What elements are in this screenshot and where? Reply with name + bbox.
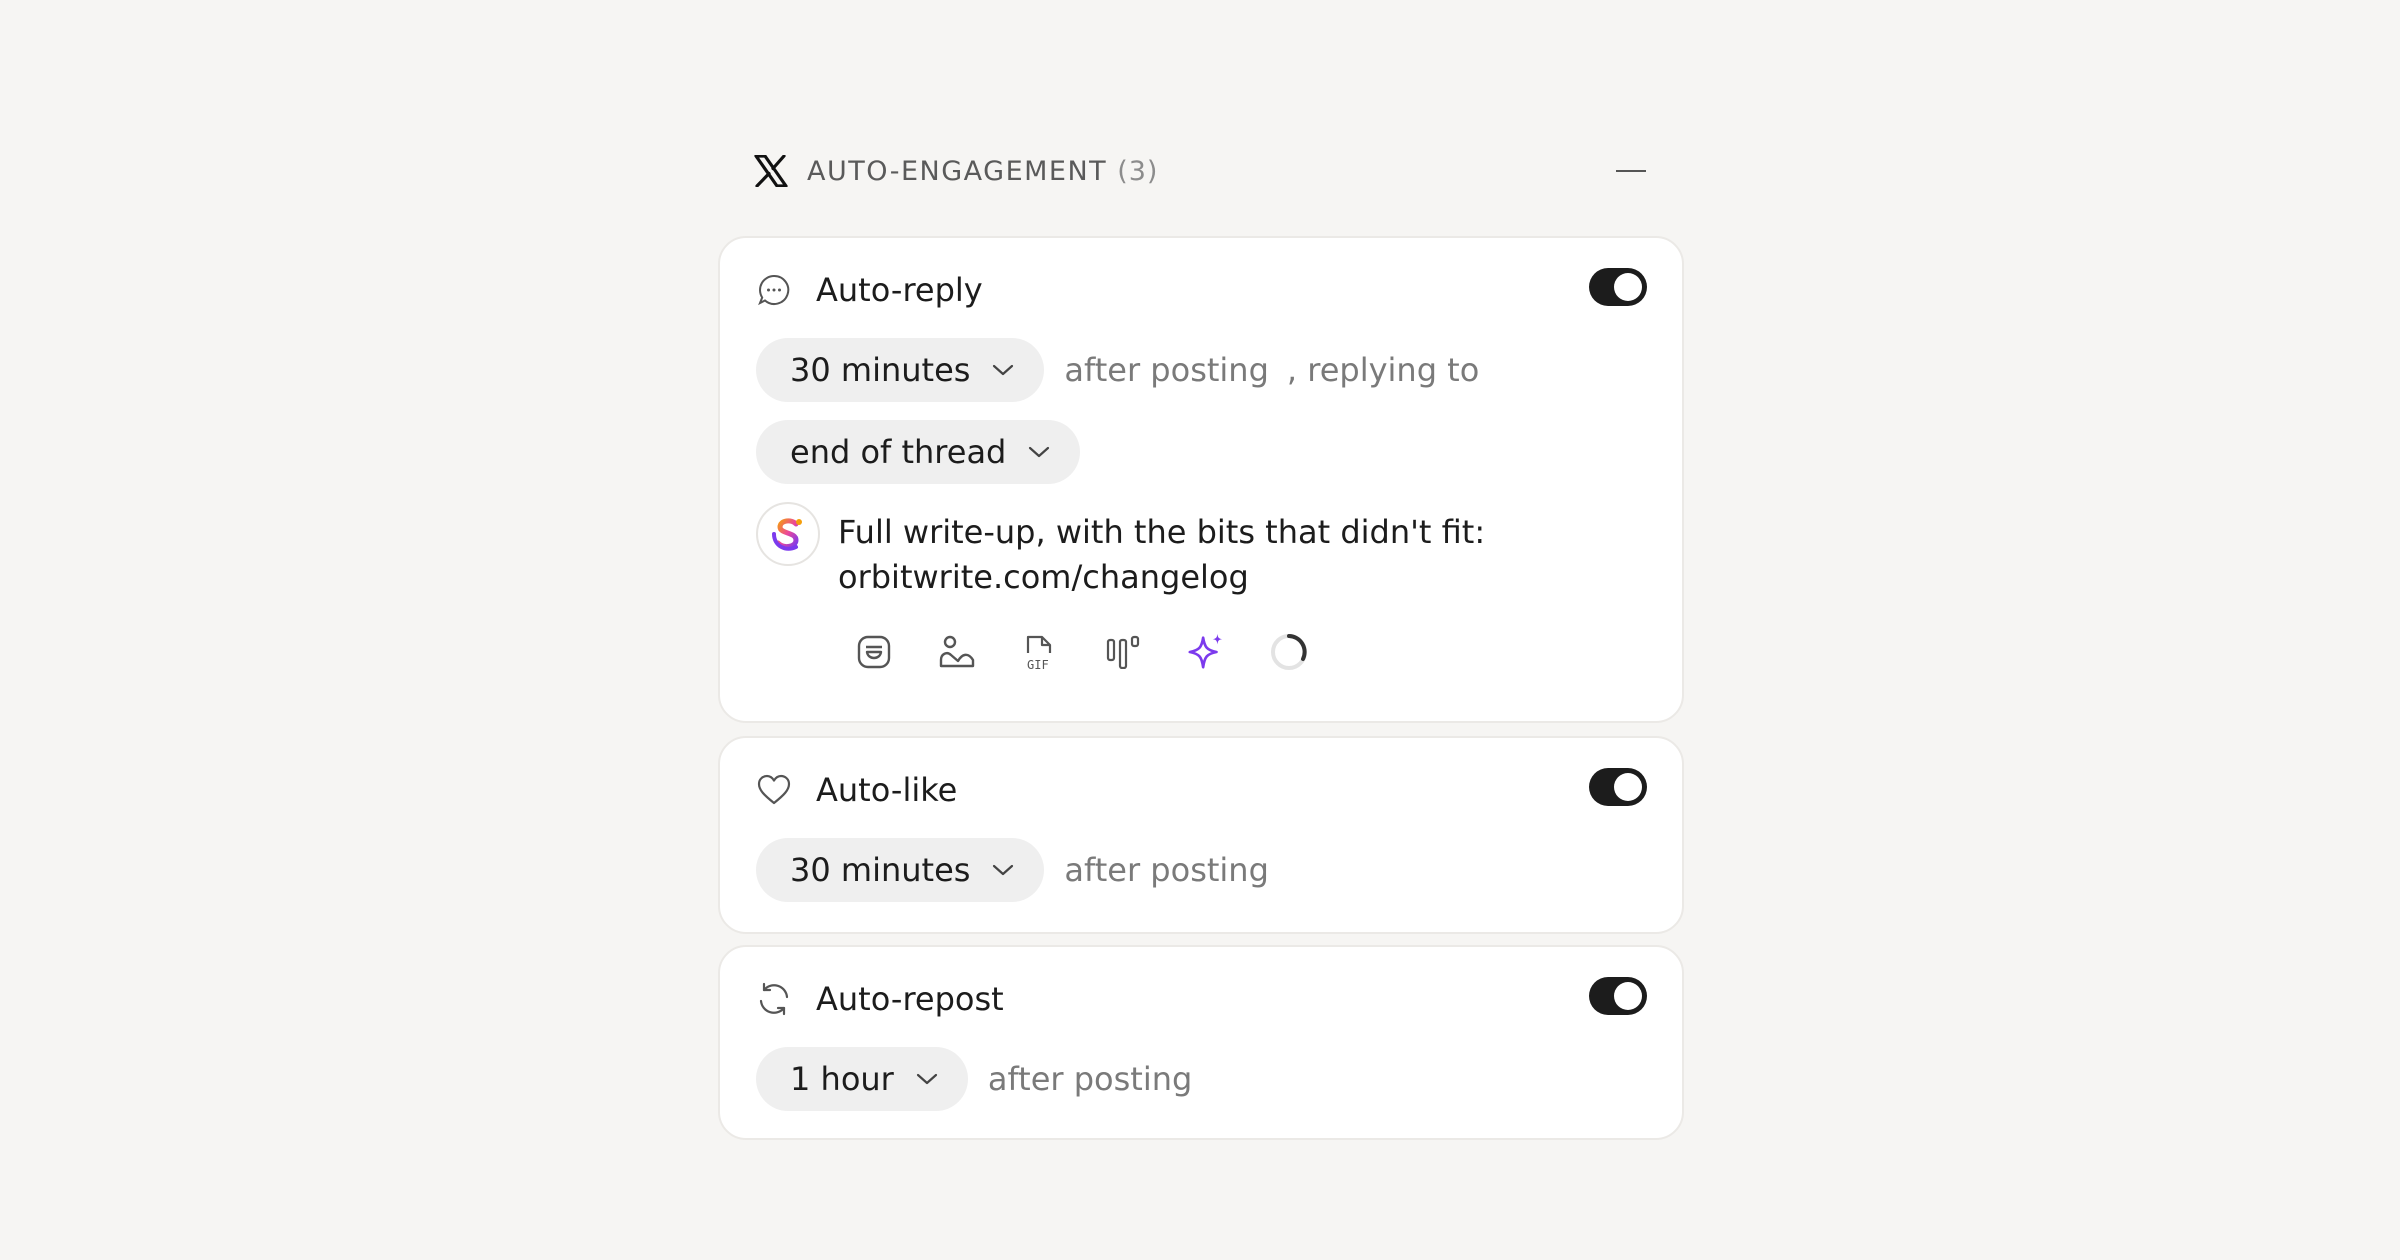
auto-reply-target-row: end of thread [756, 420, 1081, 484]
auto-reply-toggle[interactable] [1589, 268, 1647, 306]
auto-like-card: Auto-like 30 minutes after posting [718, 736, 1684, 934]
auto-repost-toggle[interactable] [1589, 977, 1647, 1015]
auto-engagement-panel: AUTO-ENGAGEMENT (3) Auto-reply 30 minute… [718, 140, 1684, 1140]
after-posting-text: after posting [1064, 851, 1269, 889]
panel-count: (3) [1117, 155, 1159, 187]
chevron-down-icon [916, 1072, 938, 1086]
composer-toolbar: GIF [854, 632, 1309, 672]
chevron-down-icon [1028, 445, 1050, 459]
auto-like-toggle[interactable] [1589, 768, 1647, 806]
repost-icon [756, 981, 792, 1017]
x-logo-icon [753, 153, 789, 189]
avatar [756, 502, 820, 566]
auto-like-timing-row: 30 minutes after posting [756, 838, 1269, 902]
reply-message-text[interactable]: Full write-up, with the bits that didn't… [838, 510, 1538, 600]
toggle-knob [1614, 773, 1642, 801]
target-value: end of thread [790, 433, 1007, 471]
message-line: Full write-up, with the bits that didn't… [838, 513, 1486, 551]
auto-repost-card: Auto-repost 1 hour after posting [718, 945, 1684, 1140]
character-count-icon [1269, 632, 1309, 672]
auto-reply-timing-row: 30 minutes after posting , replying to [756, 338, 1479, 402]
auto-reply-header: Auto-reply [756, 268, 983, 312]
panel-title: AUTO-ENGAGEMENT [807, 155, 1108, 187]
auto-like-header: Auto-like [756, 768, 957, 812]
chevron-down-icon [992, 363, 1014, 377]
auto-like-delay-select[interactable]: 30 minutes [756, 838, 1045, 902]
after-posting-text: after posting [987, 1060, 1193, 1098]
toggle-knob [1614, 982, 1642, 1010]
auto-reply-delay-select[interactable]: 30 minutes [756, 338, 1045, 402]
image-icon[interactable] [937, 632, 977, 672]
replying-to-text: , replying to [1286, 351, 1480, 389]
message-line: orbitwrite.com/changelog [838, 558, 1249, 596]
auto-repost-header: Auto-repost [756, 977, 1004, 1021]
svg-text:GIF: GIF [1027, 658, 1049, 671]
poll-icon[interactable] [1103, 632, 1143, 672]
after-posting-text: after posting [1064, 351, 1269, 389]
auto-reply-label: Auto-reply [816, 271, 983, 309]
chat-bubble-icon [756, 272, 792, 308]
auto-reply-card: Auto-reply 30 minutes after posting , re… [718, 236, 1684, 723]
toggle-knob [1614, 273, 1642, 301]
delay-value: 30 minutes [790, 851, 971, 889]
chevron-down-icon [992, 863, 1014, 877]
reply-message: Full write-up, with the bits that didn't… [756, 502, 1538, 600]
reply-target-select[interactable]: end of thread [756, 420, 1081, 484]
delay-value: 1 hour [790, 1060, 894, 1098]
panel-header: AUTO-ENGAGEMENT (3) [718, 140, 1684, 200]
gif-icon[interactable]: GIF [1020, 632, 1060, 672]
auto-repost-timing-row: 1 hour after posting [756, 1047, 1192, 1111]
auto-repost-label: Auto-repost [816, 980, 1004, 1018]
collapse-button[interactable] [1616, 170, 1646, 172]
ai-sparkle-icon[interactable] [1186, 632, 1226, 672]
auto-like-label: Auto-like [816, 771, 958, 809]
heart-icon [756, 772, 792, 808]
emoji-icon[interactable] [854, 632, 894, 672]
delay-value: 30 minutes [790, 351, 971, 389]
auto-repost-delay-select[interactable]: 1 hour [756, 1047, 968, 1111]
brand-logo-icon [772, 518, 802, 551]
